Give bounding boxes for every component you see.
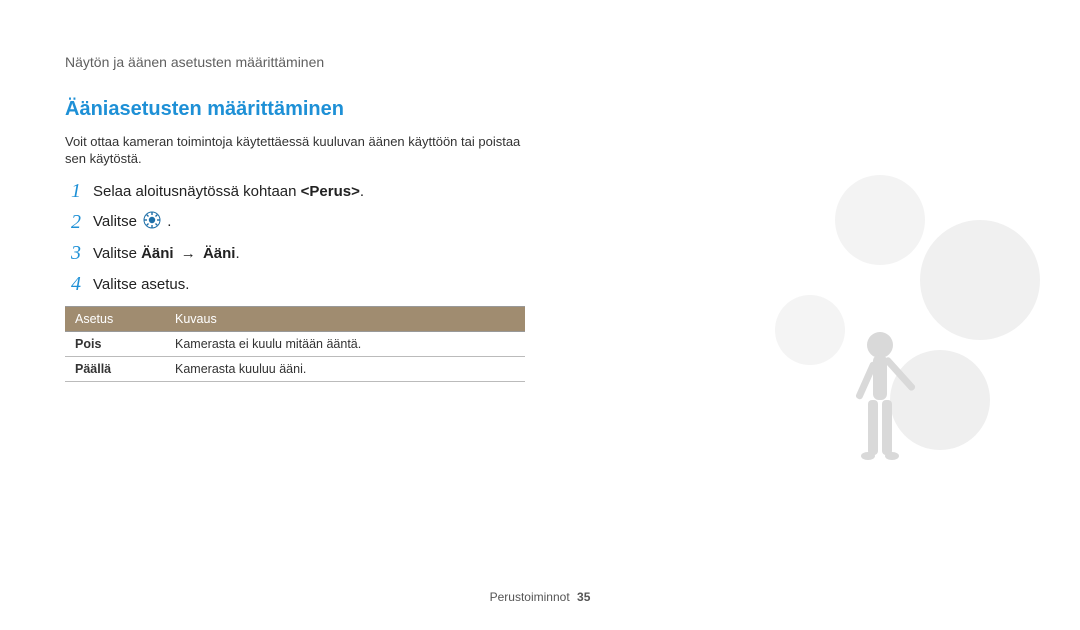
cell-description: Kamerasta ei kuulu mitään ääntä. xyxy=(165,331,525,356)
table-row: Pois Kamerasta ei kuulu mitään ääntä. xyxy=(65,331,525,356)
step-2: 2 Valitse xyxy=(65,211,545,234)
step-text: Valitse xyxy=(93,245,141,262)
col-description: Kuvaus xyxy=(165,306,525,331)
menu-path-a: Ääni xyxy=(141,245,174,262)
step-4: 4 Valitse asetus. xyxy=(65,273,545,296)
step-text-post: . xyxy=(360,183,364,200)
footer-section: Perustoiminnot xyxy=(490,590,570,604)
breadcrumb: Näytön ja äänen asetusten määrittäminen xyxy=(65,54,1015,70)
table-header-row: Asetus Kuvaus xyxy=(65,306,525,331)
page-footer: Perustoiminnot 35 xyxy=(0,590,1080,604)
cell-setting: Pois xyxy=(65,331,165,356)
step-target: <Perus> xyxy=(301,183,360,200)
step-1: 1 Selaa aloitusnäytössä kohtaan <Perus>. xyxy=(65,180,545,203)
step-text-post: . xyxy=(235,245,239,262)
step-3: 3 Valitse Ääni → Ääni. xyxy=(65,242,545,265)
arrow-icon: → xyxy=(181,245,196,262)
step-number: 3 xyxy=(65,242,87,265)
step-number: 1 xyxy=(65,180,87,203)
col-setting: Asetus xyxy=(65,306,165,331)
step-text: Selaa aloitusnäytössä kohtaan xyxy=(93,183,301,200)
settings-table: Asetus Kuvaus Pois Kamerasta ei kuulu mi… xyxy=(65,306,525,382)
step-text: Valitse asetus. xyxy=(93,276,189,293)
step-number: 2 xyxy=(65,211,87,234)
cell-description: Kamerasta kuuluu ääni. xyxy=(165,356,525,381)
table-row: Päällä Kamerasta kuuluu ääni. xyxy=(65,356,525,381)
intro-text: Voit ottaa kameran toimintoja käytettäes… xyxy=(65,134,535,168)
menu-path-b: Ääni xyxy=(203,245,236,262)
page-number: 35 xyxy=(577,590,590,604)
cell-setting: Päällä xyxy=(65,356,165,381)
step-text: Valitse xyxy=(93,213,141,230)
section-title: Ääniasetusten määrittäminen xyxy=(65,98,1015,121)
step-text-post: . xyxy=(167,213,171,230)
steps-list: 1 Selaa aloitusnäytössä kohtaan <Perus>.… xyxy=(65,180,545,296)
gear-icon xyxy=(143,211,161,233)
step-number: 4 xyxy=(65,273,87,296)
